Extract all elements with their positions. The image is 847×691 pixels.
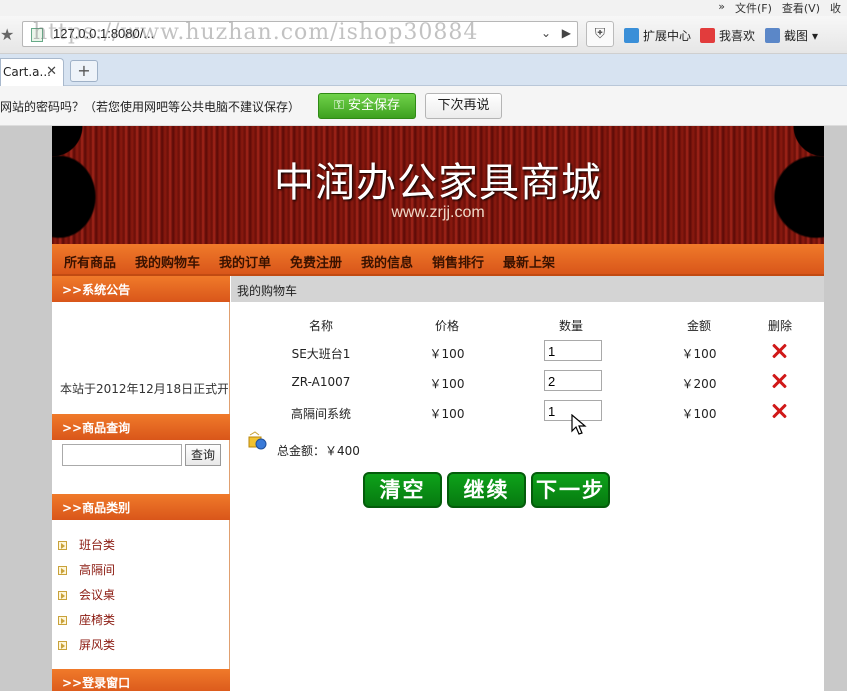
cart-panel: 我的购物车 名称 价格 数量 金额 删除 SE大班台1 ￥100 ￥100 ZR… [231,276,824,691]
bullet-icon [58,641,67,650]
screenshot-dropdown-icon[interactable]: ▾ [812,29,818,43]
nav-sales-rank[interactable]: 销售排行 [432,252,484,271]
later-button[interactable]: 下次再说 [425,93,502,119]
quantity-input[interactable] [544,370,602,391]
total-amount: 总金额：￥400 [277,444,360,458]
site-title: 中润办公家具商城 [274,160,602,206]
extensions-label: 扩展中心 [643,29,692,43]
continue-shopping-button[interactable]: 继续 [447,472,526,508]
favorite-star-icon[interactable]: ★ [0,25,14,44]
col-name-header: 名称 [308,319,333,333]
menu-view[interactable]: 查看(V) [782,0,820,16]
shield-icon[interactable]: ⛨ [586,21,614,47]
screenshot-label: 截图 [784,29,809,43]
category-item[interactable]: 座椅类 [58,611,115,628]
like-label: 我喜欢 [719,29,756,43]
cart-item-name: 高隔间系统 [290,407,351,421]
nav-new-arrivals[interactable]: 最新上架 [503,252,555,271]
category-item[interactable]: 高隔间 [58,561,115,578]
clear-cart-button[interactable]: 清空 [363,472,442,508]
col-delete-header: 删除 [767,319,792,333]
category-item[interactable]: 班台类 [58,536,115,553]
product-search-input[interactable] [62,444,182,466]
cart-item-price: ￥100 [429,377,465,391]
nav-my-orders[interactable]: 我的订单 [219,252,271,271]
next-step-button[interactable]: 下一步 [531,472,610,508]
tab-bar: Cart.a... ✕ + [0,54,847,86]
nav-my-info[interactable]: 我的信息 [361,252,413,271]
menu-collect[interactable]: 收 [830,0,841,16]
bullet-icon [58,591,67,600]
bullet-icon [58,616,67,625]
scissors-icon [765,28,780,43]
category-label: 高隔间 [79,563,116,577]
cart-item-name: SE大班台1 [291,347,351,361]
tab-cart[interactable]: Cart.a... ✕ [0,58,64,86]
cart-item-amount: ￥100 [681,347,717,361]
menu-more-icon[interactable]: » [718,0,725,16]
site-domain: www.zrjj.com [391,204,485,221]
nav-all-products[interactable]: 所有商品 [64,252,116,271]
favorites-like-button[interactable]: 我喜欢 [700,27,755,44]
category-label: 班台类 [79,538,116,552]
bullet-icon [58,541,67,550]
password-save-bar: 网站的密码吗？（若您使用网吧等公共电脑不建议保存） ⚿ 安全保存 下次再说 [0,86,847,126]
cart-item-amount: ￥200 [681,377,717,391]
tab-title: Cart.a... [3,65,51,79]
cart-item-amount: ￥100 [681,407,717,421]
nav-my-cart[interactable]: 我的购物车 [135,252,200,271]
url-dropdown-icon[interactable]: ⌄ [541,26,551,40]
category-header: >>商品类别 [52,494,230,520]
site-banner: 中润办公家具商城 www.zrjj.com [52,126,824,244]
category-item[interactable]: 会议桌 [58,586,115,603]
delete-icon[interactable] [770,372,788,390]
save-password-label: 安全保存 [348,98,401,113]
mouse-cursor-icon [571,414,587,435]
extensions-center-button[interactable]: 扩展中心 [624,27,691,44]
sidebar: >>系统公告 本站于2012年12月18日正式开 >>商品查询 查询 >>商品类… [52,276,230,691]
cart-item-price: ￥100 [429,407,465,421]
quantity-input[interactable] [544,340,602,361]
web-page: 中润办公家具商城 www.zrjj.com 所有商品 我的购物车 我的订单 免费… [52,126,824,691]
heart-icon [700,28,715,43]
nav-register[interactable]: 免费注册 [290,252,342,271]
search-button[interactable]: 查询 [185,444,221,466]
address-bar-area: ★ 127.0.0.1:8080/... https://www.huzhan.… [0,16,847,54]
category-label: 屏风类 [79,638,116,652]
new-tab-button[interactable]: + [70,60,98,82]
bullet-icon [58,566,67,575]
main-nav: 所有商品 我的购物车 我的订单 免费注册 我的信息 销售排行 最新上架 [52,244,824,276]
search-header: >>商品查询 [52,414,230,440]
key-icon: ⚿ [333,98,348,113]
notice-text: 本站于2012年12月18日正式开 [60,382,228,396]
go-arrow-icon[interactable]: ▶ [562,26,571,40]
browser-menubar: » 文件(F) 查看(V) 收 [0,0,847,16]
notice-header: >>系统公告 [52,276,230,302]
breadcrumb: 我的购物车 [231,276,824,302]
col-qty-header: 数量 [558,319,583,333]
col-price-header: 价格 [434,319,459,333]
watermark-text: https://www.huzhan.com/ishop30884 [33,20,479,45]
cube-icon [624,28,639,43]
category-label: 座椅类 [79,613,116,627]
delete-icon[interactable] [770,342,788,360]
category-label: 会议桌 [79,588,116,602]
url-input[interactable]: 127.0.0.1:8080/... https://www.huzhan.co… [22,20,578,47]
close-tab-icon[interactable]: ✕ [46,64,57,79]
menu-file[interactable]: 文件(F) [735,0,772,16]
save-password-button[interactable]: ⚿ 安全保存 [318,93,416,119]
cart-item-price: ￥100 [429,347,465,361]
money-icon [248,431,267,450]
login-header: >>登录窗口 [52,669,230,691]
password-prompt-text: 网站的密码吗？（若您使用网吧等公共电脑不建议保存） [0,100,301,114]
col-amount-header: 金额 [686,319,711,333]
screenshot-button[interactable]: 截图 ▾ [765,27,818,44]
delete-icon[interactable] [770,402,788,420]
cart-item-name: ZR-A1007 [291,375,351,389]
category-item[interactable]: 屏风类 [58,636,115,653]
